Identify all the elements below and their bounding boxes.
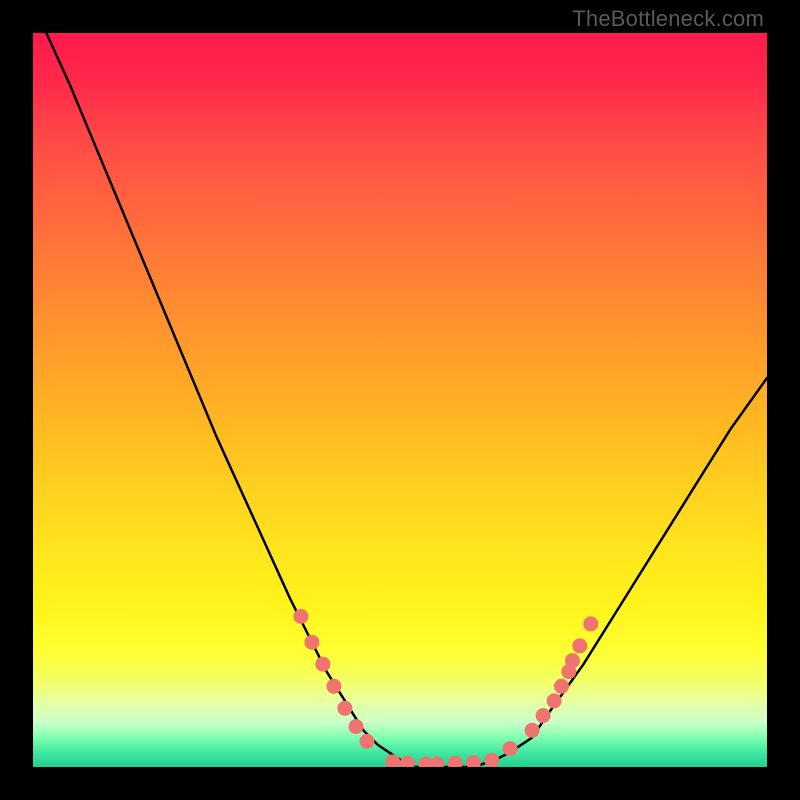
chart-frame: TheBottleneck.com [0, 0, 800, 800]
data-marker [448, 756, 463, 767]
data-marker [536, 708, 551, 723]
data-marker [466, 755, 481, 767]
data-marker [385, 754, 400, 767]
data-marker [293, 609, 308, 624]
data-marker [503, 741, 518, 756]
data-marker [326, 679, 341, 694]
data-marker [337, 701, 352, 716]
data-marker [400, 756, 415, 767]
data-marker [554, 679, 569, 694]
data-marker [315, 657, 330, 672]
data-marker [304, 635, 319, 650]
data-marker [429, 757, 444, 767]
data-marker [547, 693, 562, 708]
watermark-text: TheBottleneck.com [572, 6, 764, 32]
data-marker [572, 638, 587, 653]
data-marker [525, 723, 540, 738]
data-marker [484, 753, 499, 767]
plot-area [33, 33, 767, 767]
data-marker [360, 734, 375, 749]
bottleneck-curve [33, 33, 767, 767]
data-marker [349, 719, 364, 734]
data-marker [565, 653, 580, 668]
data-marker [583, 616, 598, 631]
chart-svg [33, 33, 767, 767]
